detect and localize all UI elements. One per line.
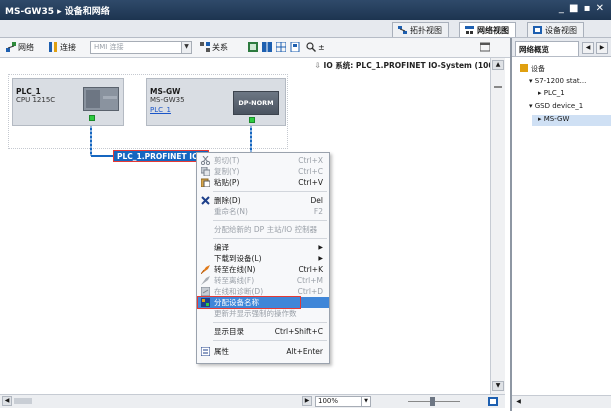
dp-norm-module: DP-NORM [233, 91, 279, 115]
menu-item-delete[interactable]: 删除(D) Del [197, 195, 329, 206]
editor-toolbar: 网络 连接 HMI 连接 ▼ 关系 ± [0, 38, 510, 58]
devices-folder-icon [520, 64, 528, 72]
io-system-label: ⇩ IO 系统: PLC_1.PROFINET IO-System (100) [314, 61, 497, 70]
device-ms-gw[interactable]: MS-GW MS-GW35 PLC_1 DP-NORM [146, 78, 286, 126]
menu-item-show-catalog[interactable]: 显示目录 Ctrl+Shift+C [197, 326, 329, 337]
split-icon [262, 42, 272, 52]
zoom-select[interactable]: 100% ▼ [315, 396, 371, 407]
menu-item-properties[interactable]: 属性 Alt+Enter [197, 346, 329, 357]
menu-item-assign-to-controller[interactable]: 分配给新的 DP 主站/IO 控制器 [197, 224, 329, 235]
connections-icon [48, 42, 58, 52]
panel-icon [479, 42, 491, 52]
scroll-left-icon[interactable]: ◀ [514, 397, 523, 406]
zoom-slider-handle[interactable] [430, 397, 435, 406]
diagnostics-icon [200, 286, 211, 297]
menu-item-cut[interactable]: 剪切(T) Ctrl+X [197, 155, 329, 166]
connections-button[interactable]: 连接 [48, 41, 76, 54]
menu-item-download[interactable]: 下载到设备(L) ▶ [197, 253, 329, 264]
copy-icon [200, 166, 211, 177]
grid-icon [275, 41, 287, 53]
zoom-button[interactable]: ± [306, 41, 325, 54]
split-view-button[interactable] [262, 41, 274, 54]
menu-item-rename[interactable]: 重命名(N) F2 [197, 206, 329, 217]
title-bar: MS-GW35 ▸ 设备和网络 _ ■ ▪ ✕ [0, 0, 611, 20]
tree-root-devices[interactable]: 设备 [520, 64, 545, 74]
page-icon [290, 41, 300, 53]
scroll-up-icon[interactable]: ▲ [492, 60, 504, 70]
delete-icon [201, 196, 210, 205]
network-icon [465, 26, 474, 34]
tree-item-ms-gw[interactable]: ▸ MS-GW [532, 115, 611, 126]
menu-item-update-forced-operands[interactable]: 更新并显示强制的操作数 [197, 308, 329, 319]
relations-button[interactable]: 关系 [200, 41, 228, 54]
overview-horizontal-scrollbar[interactable]: ◀ [512, 395, 611, 408]
paste-icon [200, 178, 211, 188]
canvas-status-bar: ◀ ▶ 100% ▼ [0, 394, 505, 408]
horizontal-scroll-thumb[interactable] [14, 398, 32, 404]
go-offline-icon [201, 276, 210, 285]
chevron-down-icon[interactable]: ▼ [181, 42, 191, 53]
overview-tab-bar: 网络概览 ◀ ▶ [512, 38, 611, 57]
network-button[interactable]: 网络 [6, 41, 34, 54]
window-controls[interactable]: _ ■ ▪ ✕ [559, 3, 605, 14]
chevron-right-icon: ▶ [318, 244, 323, 251]
network-mode-icon [6, 42, 16, 52]
plc-module-graphic [83, 87, 119, 111]
topology-icon [398, 26, 407, 34]
grid-button[interactable] [275, 41, 288, 54]
menu-item-compile[interactable]: 编译 ▶ [197, 242, 329, 253]
canvas-vertical-scrollbar[interactable]: ▲ ▼ [490, 58, 505, 394]
scroll-left-icon[interactable]: ◀ [2, 396, 12, 406]
highlight-icon [248, 42, 258, 52]
tab-network-overview[interactable]: 网络概览 [515, 41, 579, 56]
overview-navigator-icon[interactable] [488, 397, 498, 406]
chevron-down-icon[interactable]: ▼ [361, 397, 370, 406]
highlight-button[interactable] [248, 41, 260, 54]
device-icon [533, 26, 542, 34]
scissors-icon [200, 155, 211, 166]
assigned-controller-link[interactable]: PLC_1 [150, 106, 171, 114]
tab-next-icon[interactable]: ▶ [596, 42, 608, 54]
go-online-icon [200, 265, 210, 275]
panel-toggle-button[interactable] [479, 41, 492, 54]
menu-item-go-online[interactable]: 转至在线(N) Ctrl+K [197, 264, 329, 275]
zoom-icon [306, 42, 316, 52]
menu-item-paste[interactable]: 粘贴(P) Ctrl+V [197, 177, 329, 188]
hmi-connection-select[interactable]: HMI 连接 ▼ [90, 41, 192, 54]
menu-item-go-offline[interactable]: 转至离线(F) Ctrl+M [197, 275, 329, 286]
splitter-grip[interactable] [494, 86, 502, 88]
tree-item-s7-1200[interactable]: ▾ S7-1200 stat... [529, 77, 586, 85]
menu-item-copy[interactable]: 复制(Y) Ctrl+C [197, 166, 329, 177]
tab-topology-view[interactable]: 拓扑视图 [392, 22, 449, 37]
tab-device-view[interactable]: 设备视图 [527, 22, 584, 37]
tree-item-gsd-device[interactable]: ▾ GSD device_1 [529, 102, 583, 110]
context-menu: 剪切(T) Ctrl+X 复制(Y) Ctrl+C 粘贴(P) Ctrl+V 删除(D… [196, 152, 330, 364]
page-button[interactable] [290, 41, 302, 54]
io-system-bar: ⇩ IO 系统: PLC_1.PROFINET IO-System (100) [0, 58, 505, 72]
chevron-right-icon: ▶ [318, 255, 323, 262]
tree-item-plc-1[interactable]: ▸ PLC_1 [538, 89, 565, 97]
tab-network-view[interactable]: 网络视图 [459, 22, 516, 37]
scroll-down-icon[interactable]: ▼ [492, 381, 504, 391]
window-title: MS-GW35 ▸ 设备和网络 [5, 7, 110, 17]
profinet-network-label[interactable]: PLC_1.PROFINET IO-... [113, 150, 209, 162]
view-tabs-bar: 拓扑视图 网络视图 设备视图 [0, 20, 611, 38]
device-plc-1[interactable]: PLC_1 CPU 1215C [12, 78, 124, 126]
properties-icon [200, 346, 211, 357]
scroll-right-icon[interactable]: ▶ [302, 396, 312, 406]
tab-prev-icon[interactable]: ◀ [582, 42, 594, 54]
relations-icon [200, 42, 210, 52]
